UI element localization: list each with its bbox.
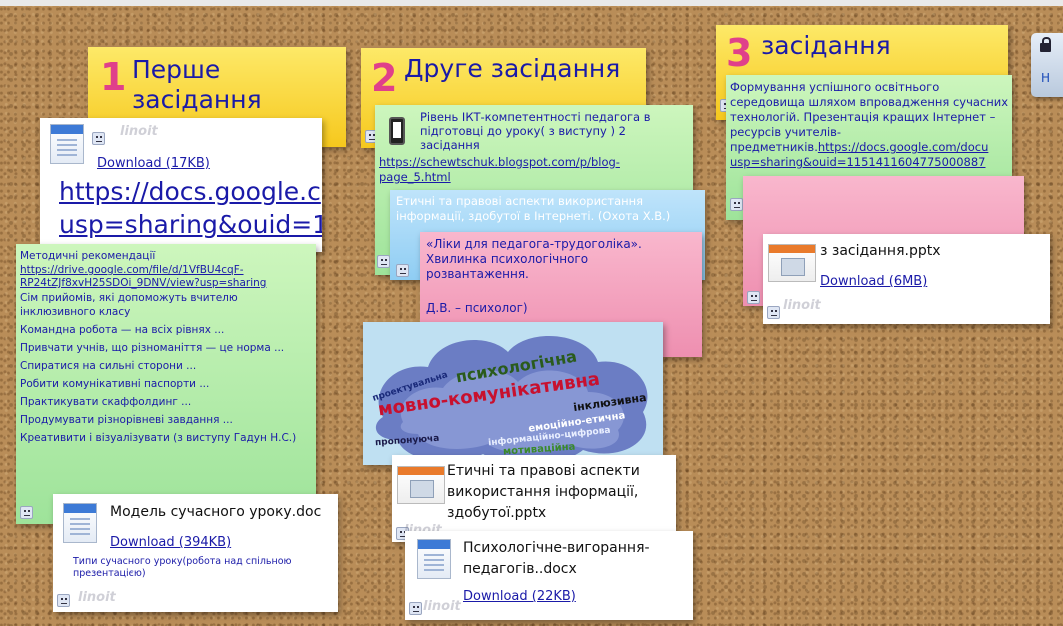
list-item: Креативити і візуалізувати (з виступу Га… (20, 432, 297, 444)
list-item: Командна робота — на всіх рівнях ... (20, 324, 225, 336)
note-face-icon (20, 506, 33, 519)
side-panel-widget[interactable]: Н (1031, 33, 1063, 97)
note-face-icon (409, 602, 422, 615)
big-link-line2[interactable]: usp=sharing&ouid=1 (59, 210, 322, 239)
env-text: Формування успішного освітнього середови… (730, 80, 1010, 170)
note-number: 2 (371, 56, 398, 100)
methods-link-line1[interactable]: https://drive.google.com/file/d/1VfBU4cq… (20, 263, 244, 277)
word-cloud-image[interactable]: психологічна мовно-комунікативна інклюзи… (363, 322, 663, 465)
pptx-filename: з засідання.pptx (820, 243, 941, 259)
list-item: Продумувати різнорівневі завдання ... (20, 414, 233, 426)
pptx-filename: Етичні та правові аспекти використання і… (447, 463, 640, 521)
docx-filename: Психологічне-вигорання-педагогів..docx (463, 540, 650, 577)
note-first-doc[interactable]: Download (17KB) https://docs.google.c us… (40, 118, 322, 252)
doc-file-icon (50, 124, 84, 164)
note-face-icon (396, 264, 409, 277)
doc-filename: Модель сучасного уроку.doc (110, 504, 322, 520)
pptx-file-icon (397, 466, 445, 504)
download-link[interactable]: Download (6MB) (820, 274, 927, 289)
note-ethics-pptx[interactable]: Етичні та правові аспекти використання і… (392, 455, 676, 542)
download-link[interactable]: Download (394KB) (110, 535, 231, 550)
note-face-icon (92, 132, 105, 145)
liky-text: «Ліки для педагога-трудоголіка». Хвилинк… (426, 237, 642, 281)
list-item: Привчати учнів, що різноманіття — це нор… (20, 342, 285, 354)
note-title: засідання (761, 31, 891, 60)
note-methodical-recommendations[interactable]: Методичні рекомендації https://drive.goo… (16, 244, 316, 524)
methods-list: Сім прийомів, які допоможуть вчителю інк… (20, 291, 305, 449)
list-item: Спиратися на сильні сторони ... (20, 360, 197, 372)
phone-icon (389, 117, 405, 145)
watermark: linoit (783, 298, 821, 313)
note-burnout-docx[interactable]: Психологічне-вигорання-педагогів..docx D… (405, 531, 693, 620)
note-face-icon (57, 594, 70, 607)
liky-author: Д.В. – психолог) (426, 301, 528, 315)
note-title: Перше засідання (132, 55, 262, 114)
ikt-text: Рівень ІКТ-компетентності педагога в під… (420, 110, 651, 152)
ikt-link-line1[interactable]: https://schewtschuk.blogspot.com/p/blog- (379, 155, 620, 169)
note-face-icon (767, 306, 780, 319)
watermark: linoit (78, 590, 116, 605)
side-widget-label: Н (1041, 71, 1051, 85)
methods-link-line2[interactable]: RP24tZJf8xvH25SDOi_9DNV/view?usp=sharing (20, 276, 266, 290)
big-link-line1[interactable]: https://docs.google.c (59, 177, 321, 206)
pptx-file-icon (768, 244, 816, 282)
ikt-link-line2[interactable]: page_5.html (379, 170, 451, 184)
download-link[interactable]: Download (22KB) (463, 589, 576, 604)
doc-file-icon (63, 503, 97, 543)
lock-shackle (1042, 37, 1051, 45)
doc-file-icon (417, 539, 451, 579)
top-bar (0, 0, 1063, 6)
note-face-icon (377, 255, 390, 268)
note-modern-lesson-doc[interactable]: Модель сучасного уроку.doc Download (394… (53, 494, 338, 612)
list-item: Сім прийомів, які допоможуть вчителю інк… (20, 292, 238, 318)
env-link-part2[interactable]: usp=sharing&ouid=1151411604775000887 (730, 155, 986, 169)
note-number: 1 (100, 55, 127, 99)
download-link[interactable]: Download (17KB) (97, 156, 210, 171)
note-number: 3 (726, 31, 753, 75)
note-face-icon (747, 291, 760, 304)
watermark: linoit (423, 599, 461, 614)
doc-caption: Типи сучасного уроку(робота над спільною… (73, 556, 292, 579)
note-face-icon (730, 198, 743, 211)
list-item: Практикувати скаффолдинг ... (20, 396, 192, 408)
ethics-text: Етичні та правові аспекти використання і… (396, 194, 671, 223)
methods-title: Методичні рекомендації (20, 250, 156, 262)
list-item: Робити комунікативні паспорти ... (20, 378, 210, 390)
note-title: Друге засідання (404, 54, 621, 83)
note-meeting-pptx[interactable]: з засідання.pptx Download (6MB) linoit (763, 234, 1050, 324)
env-link-part1[interactable]: https://docs.google.com/docu (818, 140, 989, 154)
watermark: linoit (120, 124, 158, 139)
